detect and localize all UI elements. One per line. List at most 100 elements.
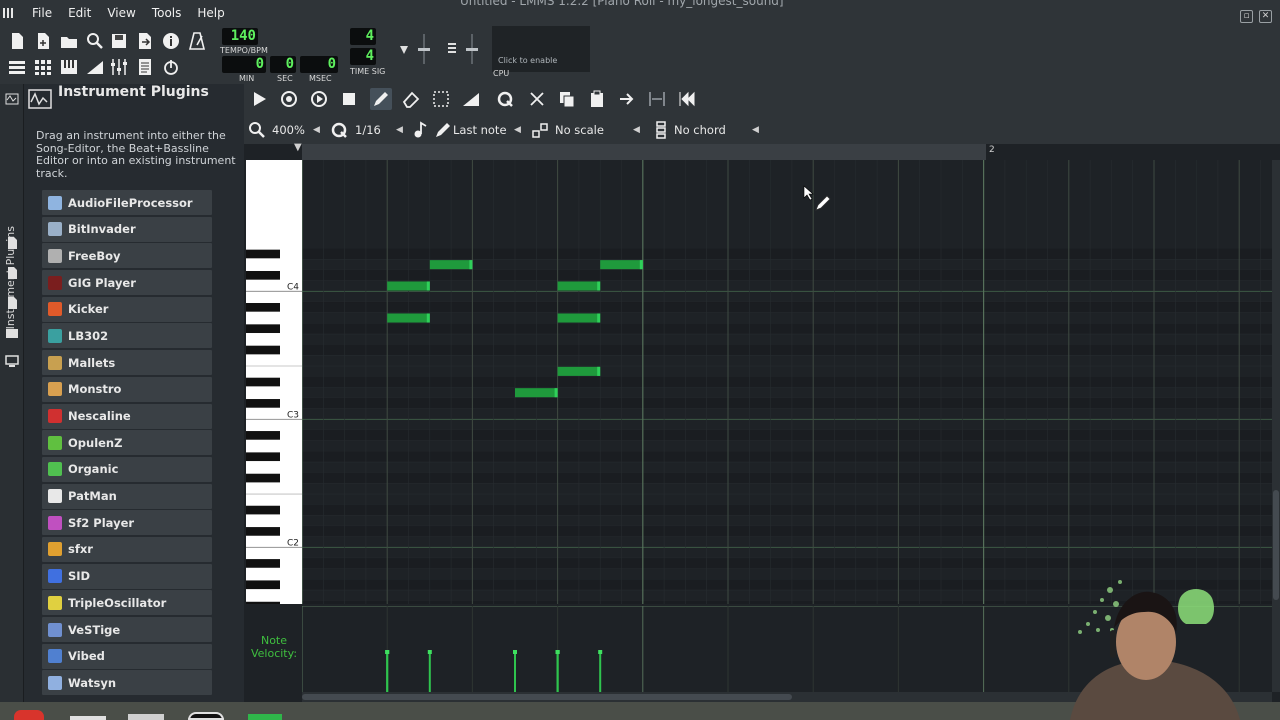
- velocity-handle[interactable]: [598, 650, 603, 654]
- note-body[interactable]: [515, 388, 558, 398]
- new-project-button[interactable]: [6, 30, 28, 52]
- plugin-item-watsyn[interactable]: Watsyn: [42, 670, 212, 696]
- plugin-item-gig-player[interactable]: GIG Player: [42, 270, 212, 296]
- taskbar-app-icon[interactable]: [14, 710, 44, 720]
- scale-dropdown-arrow[interactable]: ◀: [633, 125, 640, 135]
- note-body[interactable]: [557, 366, 601, 376]
- plugin-item-bitinvader[interactable]: BitInvader: [42, 216, 212, 242]
- plugin-item-freeboy[interactable]: FreeBoy: [42, 243, 212, 269]
- note-resize-handle[interactable]: [554, 388, 558, 398]
- plugin-item-kicker[interactable]: Kicker: [42, 296, 212, 322]
- note-e3-12[interactable]: [557, 366, 601, 376]
- timeline-bar[interactable]: ▼: [294, 142, 986, 160]
- quantize-button[interactable]: [494, 88, 516, 110]
- black-key[interactable]: [246, 345, 280, 355]
- note-body[interactable]: [429, 260, 473, 270]
- time-sig-numerator[interactable]: 4: [350, 28, 376, 45]
- plugin-item-organic[interactable]: Organic: [42, 456, 212, 482]
- plugin-item-vestige[interactable]: VeSTige: [42, 617, 212, 642]
- erase-mode-button[interactable]: [400, 88, 422, 110]
- play-button[interactable]: [248, 88, 270, 110]
- instrument-plugins-tab-icon[interactable]: [5, 92, 19, 106]
- note-a3-4[interactable]: [387, 313, 430, 323]
- black-key[interactable]: [246, 559, 280, 568]
- master-volume-slider[interactable]: [396, 32, 436, 66]
- export-project-button[interactable]: [134, 30, 156, 52]
- black-key[interactable]: [246, 473, 280, 483]
- my-presets-tab-icon[interactable]: [5, 296, 19, 310]
- menu-file[interactable]: File: [24, 6, 60, 20]
- taskbar-window-3[interactable]: [188, 712, 224, 720]
- note-resize-handle[interactable]: [639, 260, 643, 270]
- master-pitch-slider[interactable]: [444, 32, 484, 66]
- tempo-display[interactable]: 140: [222, 28, 258, 45]
- time-sig-denominator[interactable]: 4: [350, 48, 376, 65]
- record-button[interactable]: [278, 88, 300, 110]
- record-while-playing-button[interactable]: [308, 88, 330, 110]
- velocity-handle[interactable]: [555, 650, 560, 654]
- metronome-button[interactable]: [186, 30, 208, 52]
- mixer-button[interactable]: [108, 56, 130, 78]
- note-resize-handle[interactable]: [597, 281, 601, 291]
- quantize-combo[interactable]: 1/16: [355, 123, 381, 137]
- black-key[interactable]: [246, 431, 280, 440]
- note-d4-14[interactable]: [600, 260, 643, 270]
- draw-mode-button[interactable]: [370, 88, 392, 110]
- beat-bassline-button[interactable]: [32, 56, 54, 78]
- plugin-item-vibed[interactable]: Vibed: [42, 643, 212, 669]
- restore-window-button[interactable]: ▫: [1240, 10, 1253, 23]
- whats-this-button[interactable]: [160, 30, 182, 52]
- note-c4-12[interactable]: [557, 281, 601, 291]
- select-mode-button[interactable]: [430, 88, 452, 110]
- black-key[interactable]: [246, 399, 280, 408]
- note-resize-handle[interactable]: [597, 366, 601, 376]
- song-editor-button[interactable]: [6, 56, 28, 78]
- open-project-button[interactable]: [58, 30, 80, 52]
- black-key[interactable]: [246, 324, 280, 334]
- stop-behaviour-button[interactable]: [676, 88, 698, 110]
- piano-keyboard[interactable]: C4C3C2C1: [246, 160, 302, 604]
- note-length-combo[interactable]: Last note: [453, 123, 507, 137]
- plugin-item-patman[interactable]: PatMan: [42, 483, 212, 509]
- playhead-marker[interactable]: ▼: [294, 142, 302, 153]
- velocity-handle[interactable]: [513, 650, 517, 654]
- black-key[interactable]: [246, 377, 280, 387]
- note-resize-handle[interactable]: [597, 313, 601, 323]
- plugin-item-audiofileprocessor[interactable]: AudioFileProcessor: [42, 190, 212, 215]
- black-key[interactable]: [246, 580, 280, 590]
- menu-help[interactable]: Help: [189, 6, 232, 20]
- menu-tools[interactable]: Tools: [144, 6, 190, 20]
- velocity-handle[interactable]: [427, 650, 432, 654]
- quantize-dropdown-arrow[interactable]: ◀: [396, 125, 403, 135]
- note-d4-6[interactable]: [429, 260, 473, 270]
- cut-button[interactable]: [526, 88, 548, 110]
- paste-button[interactable]: [586, 88, 608, 110]
- cpu-meter[interactable]: Click to enable: [492, 26, 590, 72]
- note-body[interactable]: [387, 313, 430, 323]
- plugin-item-tripleoscillator[interactable]: TripleOscillator: [42, 590, 212, 616]
- menu-edit[interactable]: Edit: [60, 6, 99, 20]
- black-key[interactable]: [246, 270, 280, 280]
- note-grid[interactable]: [302, 160, 1272, 604]
- taskbar-window-2[interactable]: [128, 714, 164, 720]
- scale-combo[interactable]: No scale: [555, 123, 604, 137]
- plugin-item-opulenz[interactable]: OpulenZ: [42, 430, 212, 456]
- chord-combo[interactable]: No chord: [674, 123, 726, 137]
- close-window-button[interactable]: ✕: [1259, 10, 1272, 23]
- menu-view[interactable]: View: [99, 6, 143, 20]
- my-home-tab-icon[interactable]: [5, 326, 19, 340]
- note-body[interactable]: [557, 281, 601, 291]
- note-resize-handle[interactable]: [469, 260, 473, 270]
- black-key[interactable]: [246, 303, 280, 312]
- black-key[interactable]: [246, 527, 280, 536]
- plugin-item-mallets[interactable]: Mallets: [42, 350, 212, 376]
- black-key[interactable]: [246, 249, 280, 259]
- project-notes-button[interactable]: [134, 56, 156, 78]
- piano-roll-button[interactable]: [58, 56, 80, 78]
- auto-scroll-button[interactable]: [616, 88, 638, 110]
- note-resize-handle[interactable]: [426, 281, 430, 291]
- automation-editor-button[interactable]: [84, 56, 106, 78]
- new-from-template-button[interactable]: [32, 30, 54, 52]
- controller-rack-button[interactable]: [160, 56, 182, 78]
- loop-points-button[interactable]: [646, 88, 668, 110]
